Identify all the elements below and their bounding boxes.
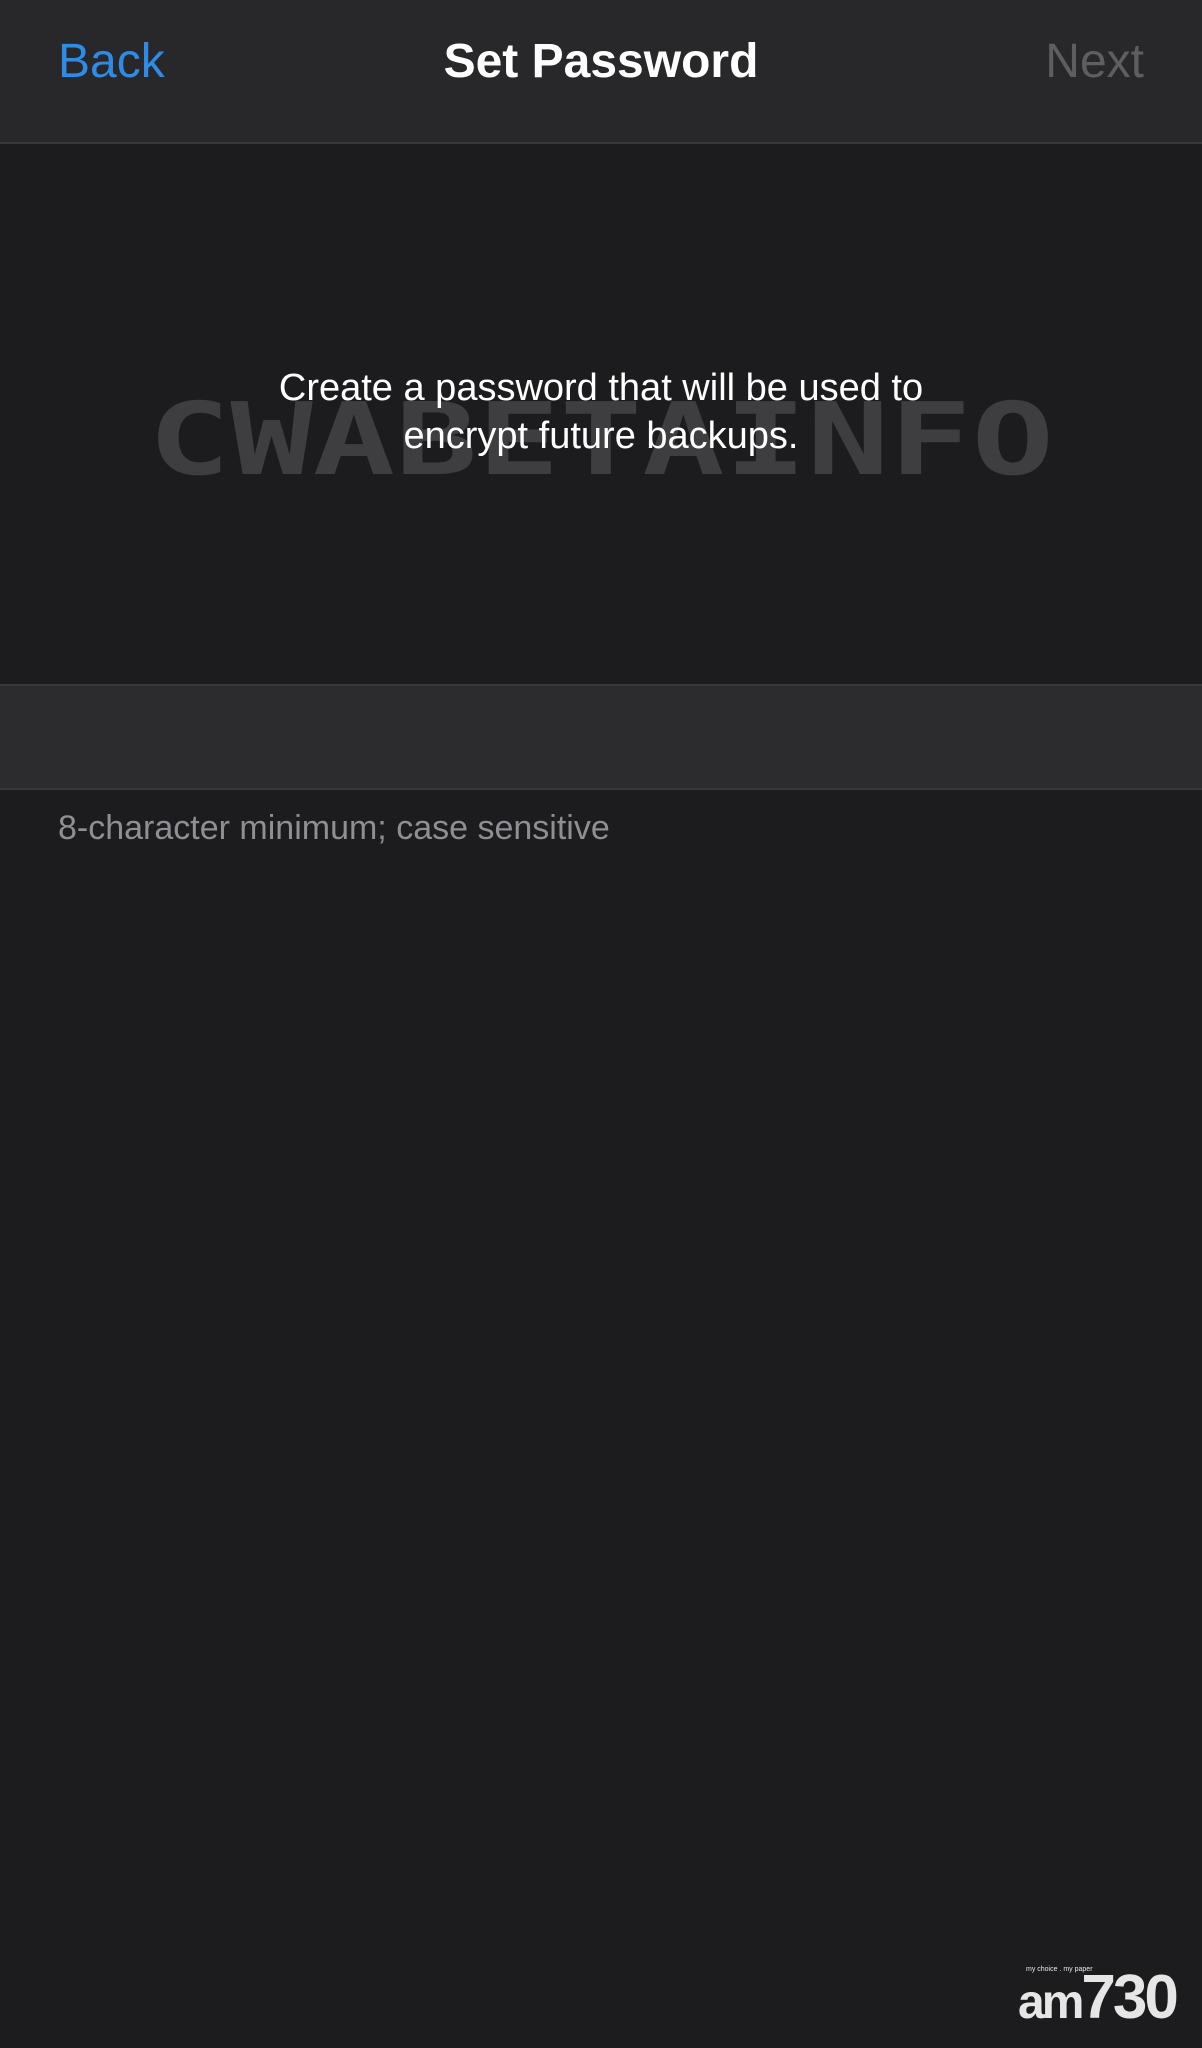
logo-number: 730 [1081, 1963, 1178, 2032]
password-hint: 8-character minimum; case sensitive [58, 809, 610, 847]
logo-am: am [1018, 1976, 1084, 2029]
navigation-bar: Back Set Password Next [0, 0, 1202, 144]
back-button[interactable]: Back [58, 30, 165, 94]
logo-mark: am730 [1018, 1967, 1179, 2033]
password-field[interactable] [0, 684, 1202, 790]
password-input[interactable] [58, 686, 1148, 790]
am730-logo: my choice . my paper am730 [1018, 1966, 1179, 2033]
description-text: Create a password that will be used to e… [278, 367, 924, 457]
page-title: Set Password [443, 35, 759, 88]
next-button[interactable]: Next [1045, 30, 1144, 94]
